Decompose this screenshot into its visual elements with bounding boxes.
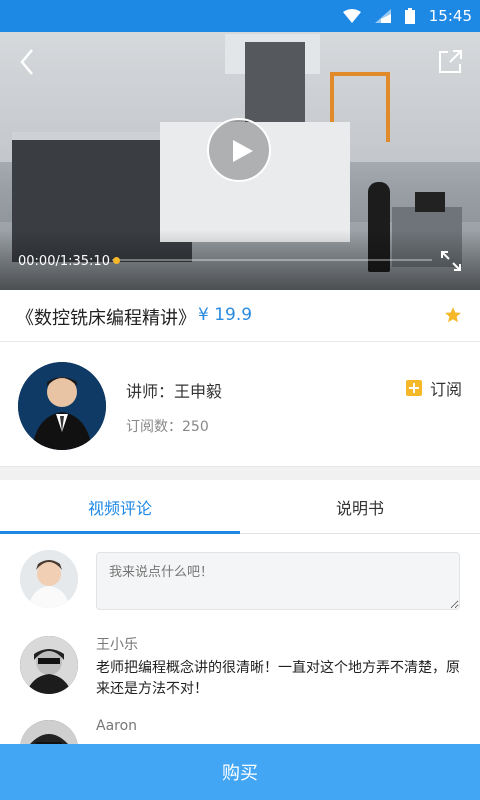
video-time: 00:00/1:35:10: [18, 254, 110, 269]
signal-icon: [374, 9, 391, 23]
play-button[interactable]: [207, 118, 271, 182]
comment-author: Aaron: [96, 718, 138, 734]
teacher-avatar[interactable]: [18, 362, 106, 450]
fullscreen-icon: [441, 251, 461, 271]
course-price: ¥ 19.9: [198, 305, 253, 325]
back-icon: [20, 49, 33, 75]
battery-icon: [404, 8, 415, 24]
comment-author: 王小乐: [96, 637, 138, 653]
my-avatar-image: [20, 550, 78, 608]
list-item: 王小乐 老师把编程概念讲的很清晰！一直对这个地方弄不清楚，原来还是方法不对！: [0, 620, 480, 716]
status-bar: 15:45: [0, 0, 480, 32]
subscriber-count: 订阅数：250: [126, 419, 209, 435]
back-button[interactable]: [14, 46, 42, 78]
share-icon: [439, 50, 462, 73]
course-title: 《数控铣床编程精讲》: [16, 308, 196, 329]
wifi-icon: [342, 9, 361, 23]
section-divider: [0, 466, 480, 480]
workstation-monitor: [415, 192, 445, 212]
teacher-name: 讲师：王申毅: [126, 382, 223, 401]
comment-compose: [0, 534, 480, 620]
subscribe-button[interactable]: 订阅: [405, 376, 462, 400]
star-icon[interactable]: [444, 306, 462, 324]
teacher-card: 讲师：王申毅 订阅数：250 订阅: [0, 342, 480, 466]
status-time: 15:45: [428, 7, 472, 25]
play-icon: [233, 140, 253, 162]
commenter-avatar[interactable]: [20, 636, 78, 694]
teacher-portrait: [18, 362, 106, 450]
subscribe-label: 订阅: [429, 380, 462, 399]
video-progress-track[interactable]: [112, 259, 432, 261]
tab-video-comments[interactable]: 视频评论: [0, 480, 240, 534]
comment-input[interactable]: [96, 552, 460, 610]
buy-button[interactable]: 购买: [0, 744, 480, 800]
list-item: Aaron: [0, 716, 480, 778]
commenter-avatar-image: [20, 636, 78, 694]
tab-bar: 视频评论 说明书: [0, 480, 480, 534]
share-button[interactable]: [436, 48, 464, 76]
course-title-row: 《数控铣床编程精讲》 ¥ 19.9: [0, 290, 480, 342]
video-progress-knob[interactable]: [113, 257, 120, 264]
my-avatar[interactable]: [20, 550, 78, 608]
comment-text: 老师把编程概念讲的很清晰！一直对这个地方弄不清楚，原来还是方法不对！: [96, 660, 460, 697]
video-player[interactable]: 00:00/1:35:10: [0, 32, 480, 290]
plus-icon: [405, 380, 422, 396]
fullscreen-button[interactable]: [440, 250, 462, 272]
tab-manual[interactable]: 说明书: [240, 480, 480, 534]
